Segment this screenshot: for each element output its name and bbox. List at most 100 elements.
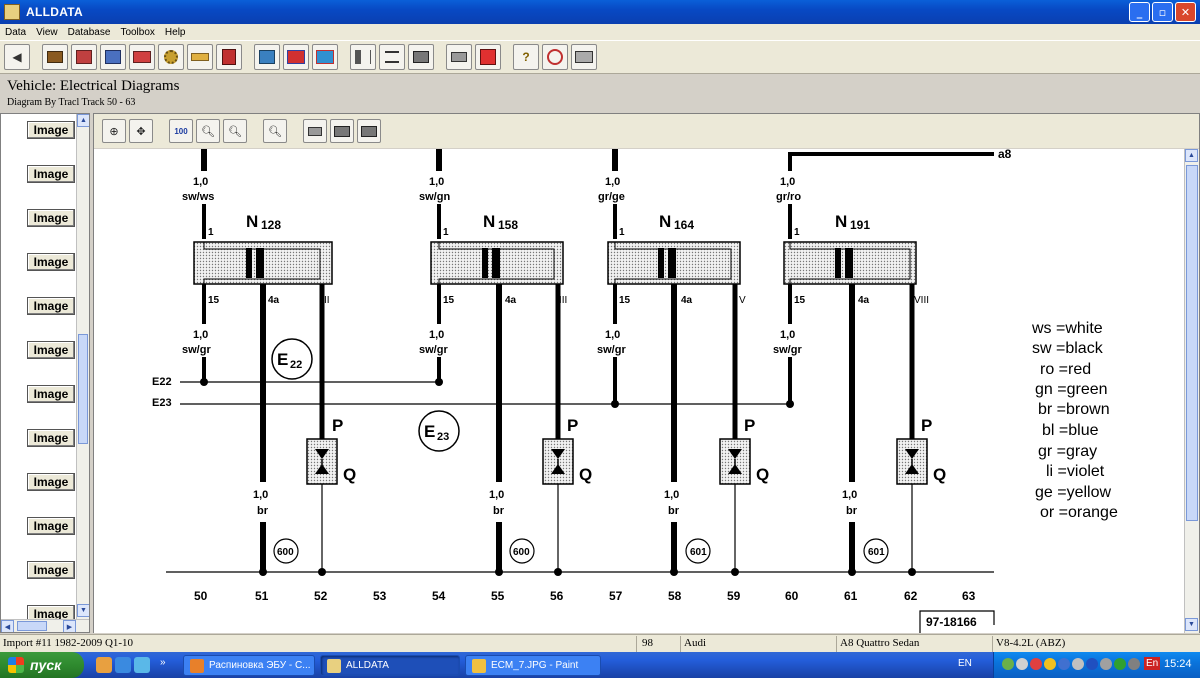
image-button[interactable]: Image: [27, 253, 75, 271]
quicklaunch-folder-icon[interactable]: [96, 657, 112, 673]
alldata-icon: [327, 658, 341, 673]
zoom-fit-button[interactable]: 🔍︎: [196, 119, 220, 143]
status-number: 98: [642, 637, 653, 649]
image-list-horizontal-scrollbar[interactable]: ◀ ▶: [1, 619, 89, 632]
sensor-pq-56[interactable]: [542, 438, 574, 485]
node-sub: 23: [437, 431, 449, 443]
tray-language-badge[interactable]: En: [1144, 657, 1161, 670]
tray-app-icon[interactable]: [1016, 658, 1028, 670]
quicklaunch-ie-icon[interactable]: [115, 657, 131, 673]
menu-toolbox[interactable]: Toolbox: [115, 27, 159, 38]
tray-app-icon[interactable]: [1058, 658, 1070, 670]
toolbar-car-button[interactable]: [312, 44, 338, 70]
scroll-thumb[interactable]: [78, 334, 88, 444]
wire-color: br: [846, 505, 858, 517]
toolbar-refresh-button[interactable]: [542, 44, 568, 70]
start-button[interactable]: пуск: [0, 652, 84, 678]
task-paint[interactable]: ECM_7.JPG - Paint: [465, 655, 601, 676]
pan-button[interactable]: ✥: [129, 119, 153, 143]
toolbar-code-button[interactable]: [129, 44, 155, 70]
clock[interactable]: 15:24: [1164, 658, 1192, 670]
safely-remove-icon[interactable]: [1128, 658, 1140, 670]
image-button[interactable]: Image: [27, 121, 75, 139]
toolbar-split-view-button[interactable]: [350, 44, 376, 70]
toolbar-parts-button[interactable]: [158, 44, 184, 70]
scroll-thumb[interactable]: [1186, 165, 1198, 521]
zoom-window-button[interactable]: 🔍︎: [223, 119, 247, 143]
diagram-prev-button[interactable]: [330, 119, 354, 143]
task-firefox[interactable]: Распиновка ЭБУ - С...: [183, 655, 315, 676]
menu-database[interactable]: Database: [63, 27, 116, 38]
zoom-100-button[interactable]: 100: [169, 119, 193, 143]
sensor-pq-62[interactable]: [896, 438, 928, 485]
component-n164[interactable]: [607, 241, 741, 285]
menu-view[interactable]: View: [31, 27, 63, 38]
scroll-up-icon[interactable]: ▲: [77, 114, 89, 127]
minimize-button[interactable]: _: [1129, 2, 1150, 22]
zoom-out-button[interactable]: 🔍︎: [263, 119, 287, 143]
tray-app-icon[interactable]: [1100, 658, 1112, 670]
task-alldata[interactable]: ALLDATA: [320, 655, 460, 676]
bus-e23-label: E23: [152, 397, 172, 409]
image-button[interactable]: Image: [27, 209, 75, 227]
maximize-button[interactable]: ▫: [1152, 2, 1173, 22]
component-n191[interactable]: [783, 241, 917, 285]
wiring-diagram-canvas[interactable]: a8 1,0 sw/ws 1,0 sw/gn 1,0 gr/ge 1,0 gr/…: [94, 149, 1184, 633]
menu-help[interactable]: Help: [160, 27, 191, 38]
warning-icon[interactable]: [1044, 658, 1056, 670]
sensor-pq-52[interactable]: [306, 438, 338, 485]
image-button[interactable]: Image: [27, 297, 75, 315]
zoom-in-button[interactable]: ⊕: [102, 119, 126, 143]
toolbar-tools-button[interactable]: [100, 44, 126, 70]
quicklaunch-desktop-icon[interactable]: [134, 657, 150, 673]
toolbar-new-car-button[interactable]: [283, 44, 309, 70]
toolbar-labor-button[interactable]: [187, 44, 213, 70]
toolbar-text-view-button[interactable]: [379, 44, 405, 70]
antivirus-icon[interactable]: [1030, 658, 1042, 670]
menu-data[interactable]: Data: [0, 27, 31, 38]
image-button[interactable]: Image: [27, 341, 75, 359]
image-button[interactable]: Image: [27, 429, 75, 447]
toolbar-diagnostics-button[interactable]: [71, 44, 97, 70]
network-icon[interactable]: [1002, 658, 1014, 670]
scroll-right-icon[interactable]: ▶: [63, 620, 76, 632]
close-button[interactable]: ✕: [1175, 2, 1196, 22]
component-id: N: [246, 212, 258, 231]
toolbar-image-view-button[interactable]: [408, 44, 434, 70]
sensor-pq-59[interactable]: [719, 438, 751, 485]
back-button[interactable]: ◀: [4, 44, 30, 70]
toolbar-note-button[interactable]: [475, 44, 501, 70]
bluetooth-icon[interactable]: [1086, 658, 1098, 670]
image-button[interactable]: Image: [27, 473, 75, 491]
wire-color: br: [257, 505, 269, 517]
toolbar-print-button[interactable]: [446, 44, 472, 70]
image-list-vertical-scrollbar[interactable]: ▲ ▼: [76, 114, 89, 619]
scroll-left-icon[interactable]: ◀: [1, 620, 14, 632]
diagram-print-button[interactable]: [303, 119, 327, 143]
image-button[interactable]: Image: [27, 517, 75, 535]
component-n128[interactable]: [193, 241, 333, 285]
scroll-down-icon[interactable]: ▼: [77, 604, 89, 617]
component-n158[interactable]: [430, 241, 564, 285]
language-indicator[interactable]: EN: [958, 658, 972, 669]
image-button[interactable]: Image: [27, 385, 75, 403]
scroll-thumb[interactable]: [17, 621, 47, 631]
title-bar[interactable]: ALLDATA _ ▫ ✕: [0, 0, 1200, 24]
image-button[interactable]: Image: [27, 561, 75, 579]
menu-bar: Data View Database Toolbox Help: [0, 24, 1200, 40]
diagram-next-button[interactable]: [357, 119, 381, 143]
volume-icon[interactable]: [1072, 658, 1084, 670]
status-model: A8 Quattro Sedan: [840, 637, 920, 649]
toolbar-help-button[interactable]: ?: [513, 44, 539, 70]
toolbar-book-button[interactable]: [216, 44, 242, 70]
image-button[interactable]: Image: [27, 165, 75, 183]
toolbar-vehicle-button[interactable]: [42, 44, 68, 70]
quicklaunch-more-icon[interactable]: »: [160, 657, 176, 673]
tools-icon: [105, 50, 121, 64]
toolbar-check-button[interactable]: [254, 44, 280, 70]
tray-app-icon[interactable]: [1114, 658, 1126, 670]
toolbar-fax-button[interactable]: [571, 44, 597, 70]
scroll-down-icon[interactable]: ▼: [1185, 618, 1198, 631]
diagram-vertical-scrollbar[interactable]: ▲ ▼: [1184, 149, 1199, 633]
scroll-up-icon[interactable]: ▲: [1185, 149, 1198, 162]
